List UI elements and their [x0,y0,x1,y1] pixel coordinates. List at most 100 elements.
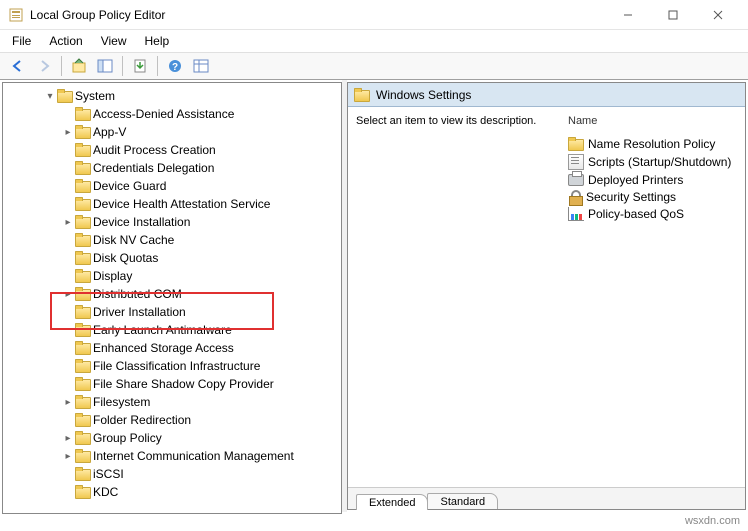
tab-standard[interactable]: Standard [427,493,498,509]
tree-item[interactable]: Credentials Delegation [3,159,341,177]
tree-label: Distributed COM [91,287,182,301]
list-item[interactable]: Policy-based QoS [568,207,737,221]
expand-icon[interactable]: ▸ [61,451,75,462]
folder-icon [75,107,91,121]
folder-icon [75,449,91,463]
tree-label: System [73,89,115,103]
tree-item[interactable]: File Share Shadow Copy Provider [3,375,341,393]
tree-item[interactable]: Device Guard [3,177,341,195]
tree-pane[interactable]: ▾ System Access-Denied Assistance ▸ App-V Aud… [2,82,342,514]
tree-item-system[interactable]: ▾ System [3,87,341,105]
tree-item[interactable]: iSCSI [3,465,341,483]
tree-item[interactable]: ▸ App-V [3,123,341,141]
tree-label: Access-Denied Assistance [91,107,234,121]
close-button[interactable] [695,1,740,29]
tree-label: File Share Shadow Copy Provider [91,377,274,391]
tab-extended[interactable]: Extended [356,494,428,510]
folder-icon [568,137,584,151]
folder-icon [354,88,370,102]
menu-file[interactable]: File [4,32,39,50]
list-item[interactable]: Scripts (Startup/Shutdown) [568,154,737,170]
window-title: Local Group Policy Editor [30,8,605,22]
list-item-label: Security Settings [586,190,676,204]
tree-label: App-V [91,125,126,139]
tree-label: Disk NV Cache [91,233,174,247]
tree-label: File Classification Infrastructure [91,359,260,373]
tree-item[interactable]: Access-Denied Assistance [3,105,341,123]
filter-button[interactable] [189,54,213,78]
folder-icon [75,161,91,175]
list-item[interactable]: Deployed Printers [568,173,737,187]
tree-label: Enhanced Storage Access [91,341,234,355]
toolbar-separator [122,56,123,76]
tree-item[interactable]: File Classification Infrastructure [3,357,341,375]
export-button[interactable] [128,54,152,78]
menu-help[interactable]: Help [137,32,178,50]
menu-action[interactable]: Action [41,32,90,50]
up-button[interactable] [67,54,91,78]
tree-item[interactable]: KDC [3,483,341,501]
maximize-button[interactable] [650,1,695,29]
folder-icon [75,215,91,229]
folder-icon [57,89,73,103]
name-column-header[interactable]: Name [568,115,737,133]
list-item[interactable]: Name Resolution Policy [568,137,737,151]
tree-label: Driver Installation [91,305,186,319]
chart-icon [568,207,584,221]
folder-icon [75,413,91,427]
tree-item[interactable]: Display [3,267,341,285]
help-button[interactable]: ? [163,54,187,78]
folder-icon [75,359,91,373]
tree-item[interactable]: ▸Filesystem [3,393,341,411]
tree-label: Credentials Delegation [91,161,214,175]
folder-icon [75,125,91,139]
expand-icon[interactable]: ▸ [61,397,75,408]
menubar: File Action View Help [0,30,748,52]
folder-icon [75,269,91,283]
tree-item[interactable]: Disk NV Cache [3,231,341,249]
printer-icon [568,174,584,186]
details-header-title: Windows Settings [376,88,471,102]
tree-label: Early Launch Antimalware [91,323,232,337]
tree-label: KDC [91,485,118,499]
name-list: Name Resolution Policy Scripts (Startup/S… [568,137,737,221]
tree-item[interactable]: ▸Group Policy [3,429,341,447]
expand-icon[interactable]: ▸ [61,217,75,228]
list-item-label: Policy-based QoS [588,207,684,221]
folder-icon [75,467,91,481]
toolbar-separator [61,56,62,76]
expand-icon[interactable]: ▸ [61,127,75,138]
tree-item[interactable]: ▸Internet Communication Management [3,447,341,465]
list-item-label: Name Resolution Policy [588,137,715,151]
tree-label: Disk Quotas [91,251,158,265]
folder-icon [75,287,91,301]
tree-item[interactable]: Folder Redirection [3,411,341,429]
list-item-label: Deployed Printers [588,173,683,187]
folder-icon [75,377,91,391]
back-button[interactable] [6,54,30,78]
tree-item[interactable]: Enhanced Storage Access [3,339,341,357]
folder-icon [75,305,91,319]
tree-label: iSCSI [91,467,124,481]
folder-icon [75,251,91,265]
tree-item[interactable]: Audit Process Creation [3,141,341,159]
app-icon [8,7,24,23]
menu-view[interactable]: View [93,32,135,50]
tree-item[interactable]: ▸Device Installation [3,213,341,231]
tree-item[interactable]: Disk Quotas [3,249,341,267]
expand-icon[interactable]: ▸ [61,289,75,300]
collapse-icon[interactable]: ▾ [43,91,57,102]
show-hide-tree-button[interactable] [93,54,117,78]
forward-button[interactable] [32,54,56,78]
details-header: Windows Settings [348,83,745,107]
list-item[interactable]: Security Settings [568,190,737,204]
tree-item[interactable]: Driver Installation [3,303,341,321]
tree-item[interactable]: Device Health Attestation Service [3,195,341,213]
folder-icon [75,197,91,211]
folder-icon [75,323,91,337]
minimize-button[interactable] [605,1,650,29]
svg-text:?: ? [172,62,178,73]
tree-item[interactable]: Early Launch Antimalware [3,321,341,339]
tree-item[interactable]: ▸ Distributed COM [3,285,341,303]
expand-icon[interactable]: ▸ [61,433,75,444]
